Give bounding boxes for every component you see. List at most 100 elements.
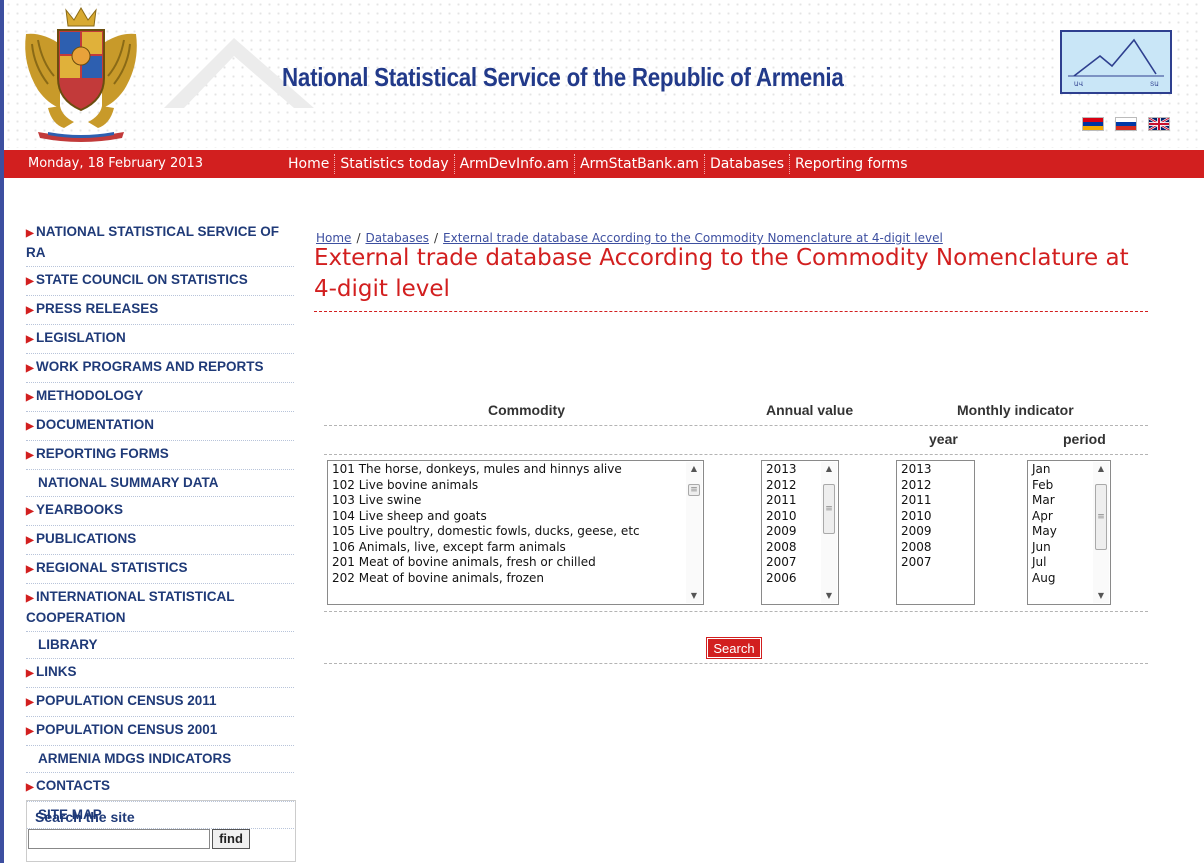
monthly-year-select[interactable]: 2013 2012 2011 2010 2009 2008 2007: [896, 460, 975, 605]
sidebar-menu: ▶ NATIONAL STATISTICAL SERVICE OF RA ▶ STA…: [26, 219, 294, 829]
scroll-down-icon[interactable]: ▼: [1093, 589, 1109, 603]
scroll-thumb[interactable]: [1095, 484, 1107, 550]
sidebar-item-label: POPULATION CENSUS 2001: [36, 722, 218, 737]
sidebar-item-label: REPORTING FORMS: [36, 446, 169, 461]
current-date: Monday, 18 February 2013: [28, 156, 204, 171]
commodity-option[interactable]: 104 Live sheep and goats: [328, 509, 703, 525]
sidebar-item-population-census-2001[interactable]: ▶ POPULATION CENSUS 2001: [26, 717, 294, 746]
monthly-year-option[interactable]: 2012: [897, 478, 974, 494]
nss-logo-icon[interactable]: ԱՎ ՏԱ: [1060, 30, 1172, 94]
nav-armdevinfo[interactable]: ArmDevInfo.am: [453, 154, 574, 174]
year-subheader: year: [929, 431, 958, 447]
triangle-right-icon: ▶: [26, 593, 34, 604]
scroll-down-icon[interactable]: ▼: [686, 589, 702, 603]
sidebar-item-links[interactable]: ▶ LINKS: [26, 659, 294, 688]
sidebar-item-press-releases[interactable]: ▶ PRESS RELEASES: [26, 296, 294, 325]
armenian-coat-of-arms-icon[interactable]: [18, 4, 144, 146]
sidebar-item-library[interactable]: LIBRARY: [26, 632, 294, 659]
triangle-right-icon: ▶: [26, 305, 34, 316]
nav-armstatbank[interactable]: ArmStatBank.am: [573, 154, 704, 174]
monthly-year-option[interactable]: 2008: [897, 540, 974, 556]
sidebar-item-international-cooperation[interactable]: ▶ INTERNATIONAL STATISTICAL COOPERATION: [26, 584, 294, 632]
sidebar-item-documentation[interactable]: ▶ DOCUMENTATION: [26, 412, 294, 441]
sidebar-item-label: PUBLICATIONS: [36, 531, 137, 546]
commodity-option[interactable]: 106 Animals, live, except farm animals: [328, 540, 703, 556]
annual-year-select[interactable]: 2013 2012 2011 2010 2009 2008 2007 2006 …: [761, 460, 839, 605]
sidebar-item-label: LEGISLATION: [36, 330, 126, 345]
triangle-right-icon: ▶: [26, 726, 34, 737]
period-select[interactable]: Jan Feb Mar Apr May Jun Jul Aug ▲ ▼: [1027, 460, 1111, 605]
triangle-right-icon: ▶: [26, 363, 34, 374]
triangle-right-icon: ▶: [26, 334, 34, 345]
commodity-option[interactable]: 101 The horse, donkeys, mules and hinnys…: [328, 462, 703, 478]
commodity-option[interactable]: 103 Live swine: [328, 493, 703, 509]
sidebar-item-work-programs[interactable]: ▶ WORK PROGRAMS AND REPORTS: [26, 354, 294, 383]
sidebar-item-population-census-2011[interactable]: ▶ POPULATION CENSUS 2011: [26, 688, 294, 717]
scroll-up-icon[interactable]: ▲: [686, 462, 702, 476]
scroll-up-icon[interactable]: ▲: [821, 462, 837, 476]
monthly-year-option[interactable]: 2009: [897, 524, 974, 540]
commodity-option[interactable]: 201 Meat of bovine animals, fresh or chi…: [328, 555, 703, 571]
annual-year-scrollbar[interactable]: ▲ ▼: [821, 462, 837, 603]
nav-databases[interactable]: Databases: [703, 154, 789, 174]
commodity-scrollbar[interactable]: ▲ ▼: [686, 462, 702, 603]
sidebar-item-label: STATE COUNCIL ON STATISTICS: [36, 272, 248, 287]
scroll-thumb[interactable]: [688, 484, 700, 496]
site-search-box: Search the site find: [26, 800, 296, 862]
monthly-year-option[interactable]: 2011: [897, 493, 974, 509]
commodity-header: Commodity: [488, 402, 565, 418]
sidebar-item-regional-statistics[interactable]: ▶ REGIONAL STATISTICS: [26, 555, 294, 584]
uk-flag-icon[interactable]: [1148, 117, 1170, 131]
divider: [324, 611, 1148, 612]
main-nav-bar: Monday, 18 February 2013 Home Statistics…: [4, 150, 1204, 178]
search-button[interactable]: Search: [706, 637, 762, 659]
sidebar-item-national-summary-data[interactable]: NATIONAL SUMMARY DATA: [26, 470, 294, 497]
svg-text:ԱՎ: ԱՎ: [1074, 81, 1084, 88]
nav-statistics-today[interactable]: Statistics today: [334, 154, 453, 174]
commodity-option[interactable]: 102 Live bovine animals: [328, 478, 703, 494]
sidebar-item-label: CONTACTS: [36, 778, 110, 793]
sidebar-item-national-statistical-service[interactable]: ▶ NATIONAL STATISTICAL SERVICE OF RA: [26, 219, 294, 267]
russian-flag-icon[interactable]: [1115, 117, 1137, 131]
monthly-year-option[interactable]: 2013: [897, 462, 974, 478]
triangle-right-icon: ▶: [26, 697, 34, 708]
commodity-option[interactable]: 105 Live poultry, domestic fowls, ducks,…: [328, 524, 703, 540]
sidebar-item-label: LINKS: [36, 664, 77, 679]
monthly-year-option[interactable]: 2007: [897, 555, 974, 571]
scroll-thumb[interactable]: [823, 484, 835, 534]
nav-reporting-forms[interactable]: Reporting forms: [789, 154, 912, 174]
scroll-down-icon[interactable]: ▼: [821, 589, 837, 603]
sidebar-item-reporting-forms[interactable]: ▶ REPORTING FORMS: [26, 441, 294, 470]
sidebar-item-methodology[interactable]: ▶ METHODOLOGY: [26, 383, 294, 412]
sidebar-item-label: PRESS RELEASES: [36, 301, 159, 316]
sidebar-item-yearbooks[interactable]: ▶ YEARBOOKS: [26, 497, 294, 526]
sidebar-item-label: NATIONAL STATISTICAL SERVICE OF RA: [26, 224, 280, 260]
sidebar-item-armenia-mdgs[interactable]: ARMENIA MDGS INDICATORS: [26, 746, 294, 773]
triangle-right-icon: ▶: [26, 506, 34, 517]
sidebar-item-contacts[interactable]: ▶ CONTACTS: [26, 773, 294, 802]
triangle-right-icon: ▶: [26, 450, 34, 461]
divider: [324, 425, 1148, 426]
sidebar-item-legislation[interactable]: ▶ LEGISLATION: [26, 325, 294, 354]
sidebar-item-publications[interactable]: ▶ PUBLICATIONS: [26, 526, 294, 555]
monthly-indicator-header: Monthly indicator: [957, 402, 1074, 418]
commodity-select[interactable]: 101 The horse, donkeys, mules and hinnys…: [327, 460, 704, 605]
period-scrollbar[interactable]: ▲ ▼: [1093, 462, 1109, 603]
site-search-input[interactable]: [28, 829, 210, 849]
divider: [324, 454, 1148, 455]
svg-text:ՏԱ: ՏԱ: [1150, 81, 1159, 88]
monthly-year-option[interactable]: 2010: [897, 509, 974, 525]
armenian-flag-icon[interactable]: [1082, 117, 1104, 131]
sidebar-item-label: REGIONAL STATISTICS: [36, 560, 188, 575]
sidebar-item-label: DOCUMENTATION: [36, 417, 154, 432]
scroll-up-icon[interactable]: ▲: [1093, 462, 1109, 476]
nav-home[interactable]: Home: [286, 154, 334, 174]
find-button[interactable]: find: [212, 829, 250, 849]
divider: [324, 663, 1148, 664]
sidebar-item-label: WORK PROGRAMS AND REPORTS: [36, 359, 264, 374]
commodity-option[interactable]: 202 Meat of bovine animals, frozen: [328, 571, 703, 587]
triangle-right-icon: ▶: [26, 668, 34, 679]
triangle-right-icon: ▶: [26, 228, 34, 239]
sidebar-item-state-council[interactable]: ▶ STATE COUNCIL ON STATISTICS: [26, 267, 294, 296]
sidebar-item-label: METHODOLOGY: [36, 388, 144, 403]
